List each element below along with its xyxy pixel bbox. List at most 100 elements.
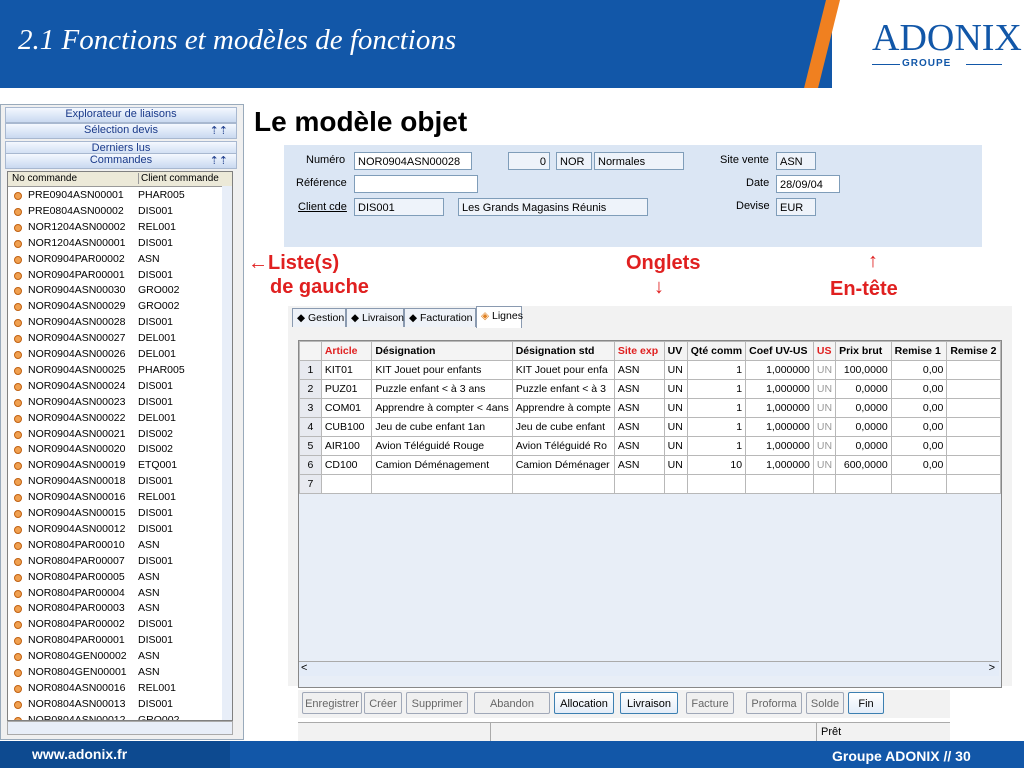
collapse-icon[interactable]: ⇡⇡ bbox=[210, 124, 228, 137]
grid-cell[interactable]: KIT Jouet pour enfants bbox=[371, 360, 513, 380]
list-item[interactable]: NOR0904ASN00025 PHAR005 bbox=[8, 363, 222, 379]
grid-cell[interactable]: 1 bbox=[686, 436, 747, 456]
list-item[interactable]: NOR1204ASN00002 REL001 bbox=[8, 220, 222, 236]
grid-column-header[interactable] bbox=[299, 341, 322, 361]
grid-cell[interactable]: 1,000000 bbox=[745, 360, 814, 380]
grid-cell[interactable]: Camion Déménagement bbox=[371, 455, 513, 475]
grid-cell[interactable]: 0,0000 bbox=[835, 398, 892, 418]
grid-cell[interactable] bbox=[946, 474, 1001, 494]
grid-cell[interactable] bbox=[946, 455, 1001, 475]
grid-column-header[interactable]: Article bbox=[320, 341, 373, 361]
list-item[interactable]: NOR0804PAR00010 ASN bbox=[8, 538, 222, 554]
grid-cell[interactable]: 0,0000 bbox=[835, 436, 892, 456]
grid-cell[interactable]: ASN bbox=[613, 360, 665, 380]
livraison-button[interactable]: Livraison bbox=[620, 692, 678, 714]
list-item[interactable]: NOR0904ASN00027 DEL001 bbox=[8, 331, 222, 347]
column-header-no-commande[interactable]: No commande bbox=[12, 173, 132, 184]
list-item[interactable]: NOR0804PAR00001 DIS001 bbox=[8, 633, 222, 649]
list-item[interactable]: NOR0804PAR00002 DIS001 bbox=[8, 617, 222, 633]
list-item[interactable]: NOR0904ASN00023 DIS001 bbox=[8, 395, 222, 411]
list-item[interactable]: PRE0904ASN00001 PHAR005 bbox=[8, 188, 222, 204]
devise-field[interactable]: EUR bbox=[776, 198, 816, 216]
grid-cell[interactable] bbox=[946, 436, 1001, 456]
solde-button[interactable]: Solde bbox=[806, 692, 844, 714]
list-item[interactable]: NOR0804PAR00003 ASN bbox=[8, 601, 222, 617]
grid-column-header[interactable]: Désignation bbox=[371, 341, 513, 361]
grid-cell[interactable]: 1 bbox=[686, 417, 747, 437]
tab-gestion[interactable]: ◆ Gestion bbox=[292, 308, 346, 327]
grid-cell[interactable]: UN bbox=[663, 417, 688, 437]
list-item[interactable]: NOR0904PAR00002 ASN bbox=[8, 252, 222, 268]
list-item[interactable]: NOR1204ASN00001 DIS001 bbox=[8, 236, 222, 252]
list-item[interactable]: NOR0804PAR00007 DIS001 bbox=[8, 554, 222, 570]
grid-cell[interactable] bbox=[371, 474, 513, 494]
grid-cell[interactable]: 100,0000 bbox=[835, 360, 892, 380]
grid-cell[interactable]: 0,00 bbox=[890, 360, 948, 380]
list-item[interactable]: NOR0904ASN00016 REL001 bbox=[8, 490, 222, 506]
grid-cell[interactable] bbox=[663, 474, 688, 494]
grid-cell[interactable] bbox=[613, 474, 665, 494]
grid-cell[interactable]: PUZ01 bbox=[320, 379, 373, 399]
grid-cell[interactable]: UN bbox=[812, 436, 837, 456]
grid-cell[interactable]: 1,000000 bbox=[745, 436, 814, 456]
list-item[interactable]: NOR0804PAR00005 ASN bbox=[8, 570, 222, 586]
site-vente-field[interactable]: ASN bbox=[776, 152, 816, 170]
fin-button[interactable]: Fin bbox=[848, 692, 884, 714]
list-item[interactable]: NOR0904ASN00026 DEL001 bbox=[8, 347, 222, 363]
grid-cell[interactable]: 0,00 bbox=[890, 398, 948, 418]
list-item[interactable]: NOR0904ASN00020 DIS002 bbox=[8, 442, 222, 458]
grid-cell[interactable]: 0,00 bbox=[890, 417, 948, 437]
row-number[interactable]: 2 bbox=[299, 379, 322, 399]
explorer-bar-selection-devis[interactable]: Sélection devis ⇡⇡ bbox=[5, 123, 237, 139]
list-item[interactable]: NOR0904ASN00019 ETQ001 bbox=[8, 458, 222, 474]
grid-column-header[interactable]: Remise 1 bbox=[890, 341, 948, 361]
grid-cell[interactable]: ASN bbox=[613, 436, 665, 456]
grid-cell[interactable]: ASN bbox=[613, 398, 665, 418]
grid-cell[interactable] bbox=[835, 474, 892, 494]
list-item[interactable]: NOR0904ASN00015 DIS001 bbox=[8, 506, 222, 522]
list-vertical-scrollbar[interactable] bbox=[222, 186, 232, 720]
grid-cell[interactable]: 0,00 bbox=[890, 436, 948, 456]
grid-cell[interactable] bbox=[946, 360, 1001, 380]
grid-cell[interactable] bbox=[946, 379, 1001, 399]
enregistrer-button[interactable]: Enregistrer bbox=[302, 692, 362, 714]
grid-column-header[interactable]: Coef UV-US bbox=[745, 341, 814, 361]
grid-column-header[interactable]: Désignation std bbox=[511, 341, 615, 361]
grid-cell[interactable]: UN bbox=[663, 455, 688, 475]
row-number[interactable]: 7 bbox=[299, 474, 322, 494]
tab-livraison[interactable]: ◆ Livraison bbox=[346, 308, 404, 327]
grid-cell[interactable]: ASN bbox=[613, 455, 665, 475]
list-item[interactable]: NOR0904ASN00024 DIS001 bbox=[8, 379, 222, 395]
list-item[interactable]: NOR0804PAR00004 ASN bbox=[8, 586, 222, 602]
client-code-field[interactable]: DIS001 bbox=[354, 198, 444, 216]
grid-cell[interactable]: 1,000000 bbox=[745, 379, 814, 399]
grid-cell[interactable]: CD100 bbox=[320, 455, 373, 475]
grid-cell[interactable]: UN bbox=[812, 360, 837, 380]
scroll-left-icon[interactable]: < bbox=[301, 662, 307, 674]
allocation-button[interactable]: Allocation bbox=[554, 692, 614, 714]
grid-cell[interactable] bbox=[745, 474, 814, 494]
grid-cell[interactable]: ASN bbox=[613, 379, 665, 399]
grid-cell[interactable]: Apprendre à compte bbox=[511, 398, 615, 418]
grid-cell[interactable]: 600,0000 bbox=[835, 455, 892, 475]
grid-cell[interactable]: 1,000000 bbox=[745, 455, 814, 475]
row-number[interactable]: 3 bbox=[299, 398, 322, 418]
list-horizontal-scrollbar[interactable] bbox=[7, 721, 233, 735]
grid-cell[interactable] bbox=[946, 398, 1001, 418]
grid-cell[interactable]: 10 bbox=[686, 455, 747, 475]
client-name-field[interactable]: Les Grands Magasins Réunis bbox=[458, 198, 648, 216]
list-item[interactable]: NOR0904ASN00018 DIS001 bbox=[8, 474, 222, 490]
explorer-bar-commandes[interactable]: Commandes ⇡⇡ bbox=[5, 153, 237, 169]
grid-cell[interactable]: AIR100 bbox=[320, 436, 373, 456]
grid-cell[interactable] bbox=[946, 417, 1001, 437]
tab-facturation[interactable]: ◆ Facturation bbox=[404, 308, 476, 327]
grid-cell[interactable] bbox=[890, 474, 948, 494]
grid-horizontal-scrollbar[interactable]: < > bbox=[299, 661, 999, 676]
grid-cell[interactable]: 0,00 bbox=[890, 379, 948, 399]
grid-column-header[interactable]: Qté comm bbox=[686, 341, 747, 361]
abandon-button[interactable]: Abandon bbox=[474, 692, 550, 714]
grid-column-header[interactable]: Site exp bbox=[613, 341, 665, 361]
grid-cell[interactable]: UN bbox=[663, 398, 688, 418]
grid-row[interactable]: 2 PUZ01 Puzzle enfant < à 3 ans Puzzle enfa… bbox=[299, 379, 1001, 399]
collapse-icon[interactable]: ⇡⇡ bbox=[210, 154, 228, 167]
